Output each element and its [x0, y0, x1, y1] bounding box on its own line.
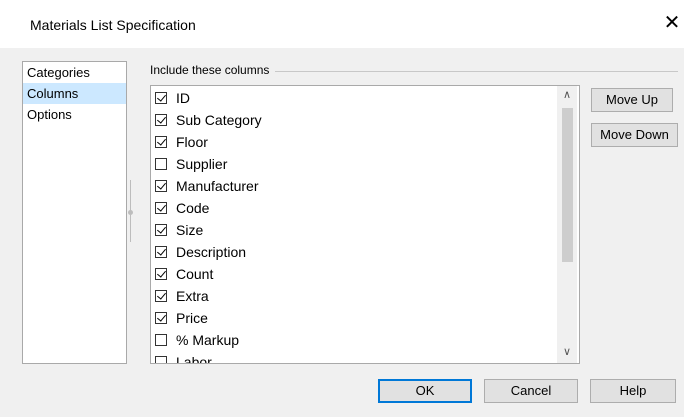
- move-up-button[interactable]: Move Up: [591, 88, 673, 112]
- list-item-label: Sub Category: [176, 112, 262, 128]
- checkbox[interactable]: [155, 114, 167, 126]
- checkbox[interactable]: [155, 290, 167, 302]
- checkbox[interactable]: [155, 268, 167, 280]
- list-item[interactable]: Code: [155, 197, 209, 219]
- checkbox[interactable]: [155, 312, 167, 324]
- close-icon[interactable]: ✕: [660, 11, 684, 35]
- list-item-label: Labor: [176, 354, 212, 364]
- list-item-label: % Markup: [176, 332, 240, 348]
- list-item-label: Extra: [176, 288, 209, 304]
- checkbox[interactable]: [155, 224, 167, 236]
- checkbox[interactable]: [155, 356, 167, 363]
- nav-item-categories[interactable]: Categories: [23, 62, 126, 83]
- checkbox[interactable]: [155, 180, 167, 192]
- list-item-label: Price: [176, 310, 208, 326]
- checkbox[interactable]: [155, 158, 167, 170]
- list-item[interactable]: Supplier: [155, 153, 227, 175]
- list-item-label: Code: [176, 200, 210, 216]
- list-item[interactable]: Size: [155, 219, 203, 241]
- checkbox[interactable]: [155, 92, 167, 104]
- ok-button[interactable]: OK: [378, 379, 472, 403]
- scroll-up-icon[interactable]: ∧: [557, 86, 577, 104]
- checkbox[interactable]: [155, 136, 167, 148]
- scroll-down-icon[interactable]: ∨: [557, 343, 577, 361]
- list-scrollbar[interactable]: ∧ ∨: [557, 86, 577, 363]
- list-item[interactable]: Price: [155, 307, 208, 329]
- help-button[interactable]: Help: [590, 379, 676, 403]
- list-item[interactable]: Manufacturer: [155, 175, 258, 197]
- list-item-label: Floor: [176, 134, 208, 150]
- nav-item-columns[interactable]: Columns: [23, 83, 126, 104]
- list-item[interactable]: % Markup: [155, 329, 239, 351]
- list-item[interactable]: Labor: [155, 351, 212, 364]
- list-item-label: ID: [176, 90, 190, 106]
- splitter-grip[interactable]: [128, 210, 133, 215]
- list-item-label: Description: [176, 244, 247, 260]
- columns-group-label: Include these columns: [150, 63, 276, 77]
- window-title: Materials List Specification: [30, 17, 196, 33]
- list-item[interactable]: Extra: [155, 285, 209, 307]
- scroll-thumb[interactable]: [562, 108, 573, 262]
- nav-item-options[interactable]: Options: [23, 104, 126, 125]
- move-down-button[interactable]: Move Down: [591, 123, 678, 147]
- checkbox[interactable]: [155, 334, 167, 346]
- category-nav-list[interactable]: Categories Columns Options: [22, 61, 127, 364]
- checkbox[interactable]: [155, 202, 167, 214]
- list-item[interactable]: Floor: [155, 131, 208, 153]
- cancel-button[interactable]: Cancel: [484, 379, 578, 403]
- checkbox[interactable]: [155, 246, 167, 258]
- list-item-label: Count: [176, 266, 214, 282]
- title-bar: Materials List Specification ✕: [0, 0, 684, 48]
- list-item-label: Size: [176, 222, 204, 238]
- list-item[interactable]: ID: [155, 87, 190, 109]
- list-item-label: Supplier: [176, 156, 228, 172]
- list-item[interactable]: Sub Category: [155, 109, 262, 131]
- list-item[interactable]: Count: [155, 263, 213, 285]
- columns-list[interactable]: ID Sub Category Floor Supplier Manufactu…: [150, 85, 580, 364]
- list-item-label: Manufacturer: [176, 178, 259, 194]
- list-item[interactable]: Description: [155, 241, 246, 263]
